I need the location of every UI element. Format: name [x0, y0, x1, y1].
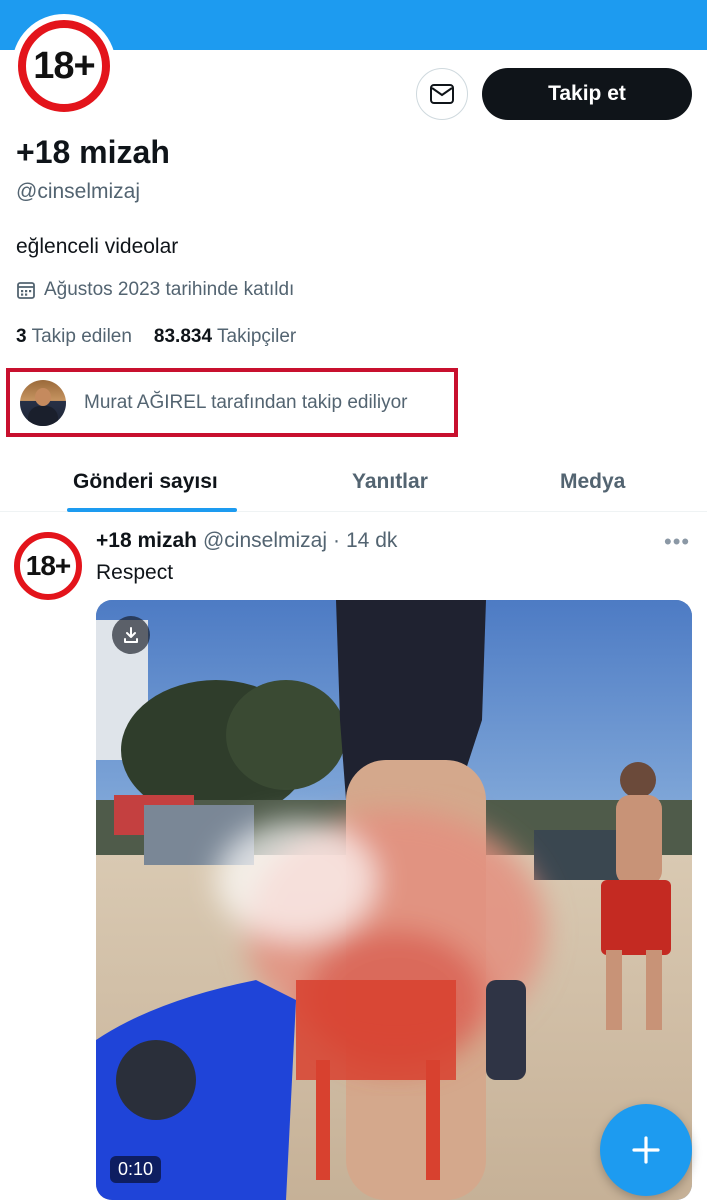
following-count: 3 [16, 326, 27, 347]
profile-bio: eğlenceli videolar [16, 235, 179, 258]
post-header: +18 mizah @cinselmizaj · 14 dk [96, 529, 397, 553]
followed-by-row[interactable]: Murat AĞIREL tarafından takip ediliyor [6, 368, 458, 437]
post-avatar-badge-text: 18+ [25, 550, 71, 581]
age-18-badge-icon: 18+ [14, 532, 82, 600]
tab-posts[interactable]: Gönderi sayısı [73, 452, 218, 512]
compose-button[interactable] [600, 1104, 692, 1196]
plus-icon [632, 1136, 660, 1164]
profile-handle: @cinselmizaj [16, 180, 141, 203]
followers-link[interactable]: 83.834 Takipçiler [154, 326, 296, 348]
post-timestamp[interactable]: 14 dk [346, 529, 397, 553]
download-icon [124, 627, 138, 643]
active-tab-indicator [67, 508, 237, 512]
following-link[interactable]: 3 Takip edilen [16, 326, 132, 348]
post-author-name[interactable]: +18 mizah [96, 529, 197, 553]
envelope-icon [430, 84, 454, 104]
joined-date: Ağustos 2023 tarihinde katıldı [16, 279, 294, 301]
video-duration: 0:10 [110, 1156, 162, 1183]
avatar-badge-text: 18+ [33, 44, 95, 87]
follower-avatar[interactable] [20, 379, 66, 426]
post-text: Respect [96, 561, 174, 584]
tab-replies[interactable]: Yanıtlar [352, 452, 428, 512]
age-18-badge-icon: 18+ [18, 20, 110, 112]
followers-count: 83.834 [153, 326, 213, 347]
follow-stats: 3 Takip edilen 83.834 Takipçiler [16, 326, 296, 348]
tab-media[interactable]: Medya [560, 452, 625, 512]
calendar-icon [17, 282, 35, 299]
following-label: Takip edilen [31, 326, 132, 347]
post-author-handle[interactable]: @cinselmizaj [203, 529, 327, 553]
profile-name: +18 mizah [16, 134, 170, 170]
download-button[interactable] [112, 616, 150, 654]
post-separator: · [333, 529, 340, 552]
joined-text: Ağustos 2023 tarihinde katıldı [44, 279, 295, 300]
post-video[interactable]: 0:10 [96, 600, 692, 1200]
followed-by-text: Murat AĞIREL tarafından takip ediliyor [84, 391, 408, 413]
post-author-avatar[interactable]: 18+ [14, 532, 84, 602]
post-more-icon[interactable]: ••• [664, 529, 690, 555]
followers-label: Takipçiler [217, 326, 297, 347]
message-button[interactable] [416, 68, 468, 120]
follow-button[interactable]: Takip et [482, 68, 692, 120]
profile-tabs: Gönderi sayısı Yanıtlar Medya [0, 452, 707, 512]
video-frame-image [96, 600, 692, 1200]
profile-avatar[interactable]: 18+ [12, 14, 116, 118]
